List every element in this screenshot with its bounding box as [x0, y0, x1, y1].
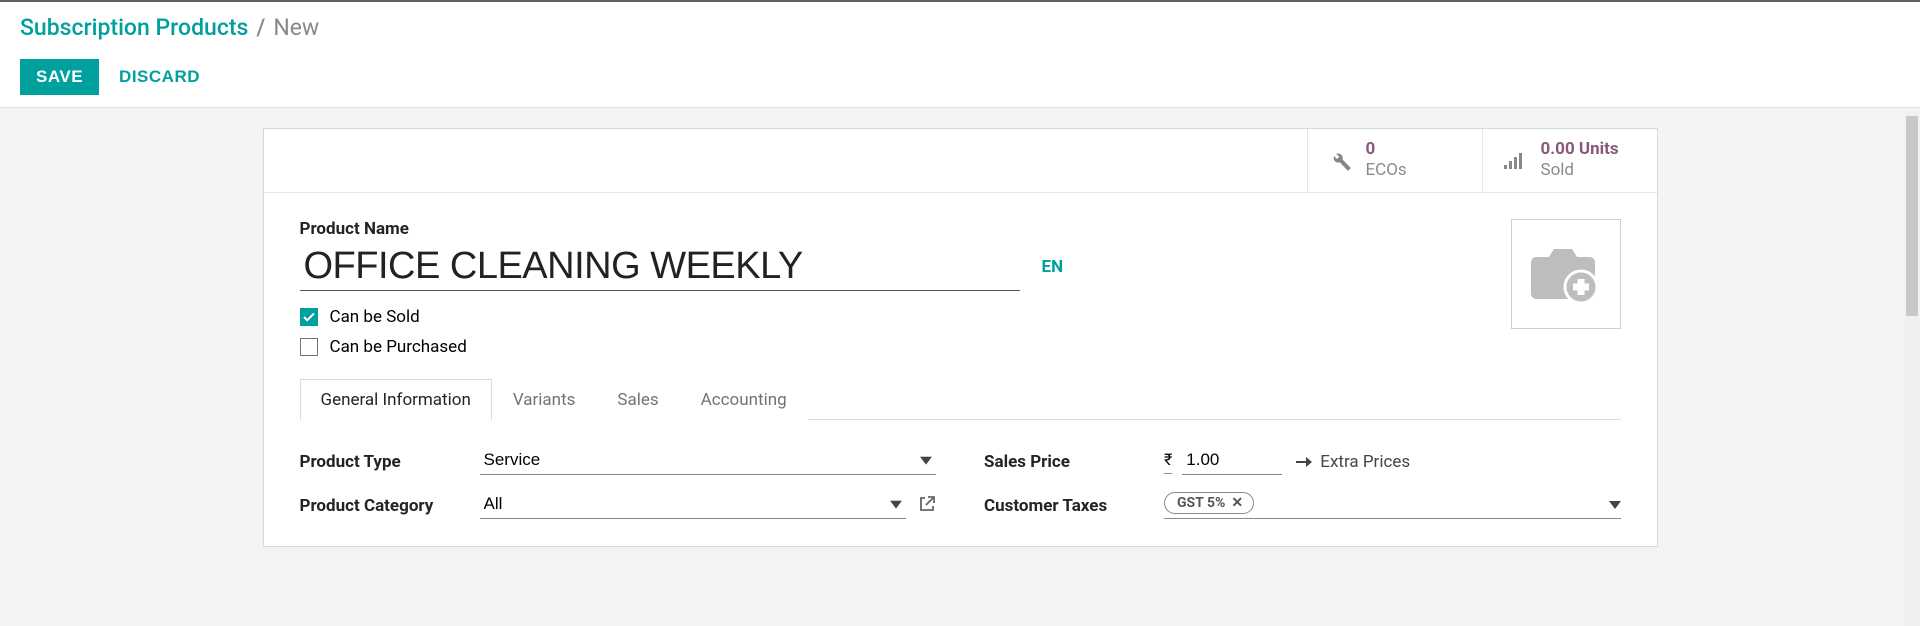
tabs: General Information Variants Sales Accou… [300, 379, 1621, 420]
breadcrumb: Subscription Products / New [20, 14, 1900, 41]
sales-price-label: Sales Price [984, 452, 1164, 472]
stat-buttons: 0 ECOs 0.00 Units Sold [264, 129, 1657, 193]
stat-ecos-value: 0 [1366, 139, 1407, 160]
bars-icon [1501, 146, 1529, 174]
vertical-scrollbar[interactable] [1904, 112, 1920, 626]
tab-variants[interactable]: Variants [492, 379, 597, 420]
language-toggle[interactable]: EN [1042, 257, 1064, 277]
control-panel: Subscription Products / New SAVE DISCARD [0, 0, 1920, 108]
can-be-purchased-checkbox[interactable]: Can be Purchased [300, 337, 1621, 357]
currency-symbol: ₹ [1164, 450, 1172, 474]
stat-ecos[interactable]: 0 ECOs [1307, 129, 1482, 192]
sales-price-input[interactable] [1182, 448, 1282, 475]
customer-taxes-field[interactable]: GST 5% ✕ [1164, 492, 1621, 519]
product-type-label: Product Type [300, 452, 480, 472]
product-category-select[interactable] [480, 492, 907, 519]
external-link-icon[interactable] [918, 495, 936, 517]
can-be-purchased-label: Can be Purchased [330, 337, 467, 357]
tab-sales[interactable]: Sales [596, 379, 679, 420]
can-be-sold-label: Can be Sold [330, 307, 420, 327]
check-icon [300, 308, 318, 326]
stat-sold[interactable]: 0.00 Units Sold [1482, 129, 1657, 192]
stat-sold-label: Sold [1541, 160, 1619, 181]
stat-sold-value: 0.00 Units [1541, 139, 1619, 160]
extra-prices-link[interactable]: Extra Prices [1296, 452, 1410, 472]
discard-button[interactable]: DISCARD [119, 67, 200, 87]
check-icon [300, 338, 318, 356]
tax-tag[interactable]: GST 5% ✕ [1164, 492, 1254, 514]
stat-ecos-label: ECOs [1366, 160, 1407, 181]
breadcrumb-parent[interactable]: Subscription Products [20, 14, 248, 41]
tab-accounting[interactable]: Accounting [680, 379, 808, 420]
save-button[interactable]: SAVE [20, 59, 99, 95]
product-name-input[interactable] [300, 245, 1020, 291]
caret-down-icon [1609, 494, 1621, 513]
remove-tag-icon[interactable]: ✕ [1231, 495, 1243, 511]
arrow-right-icon [1296, 455, 1312, 469]
tab-general-information[interactable]: General Information [300, 379, 492, 420]
breadcrumb-separator: / [256, 14, 265, 41]
product-image-placeholder[interactable] [1511, 219, 1621, 329]
wrench-icon [1326, 146, 1354, 174]
action-bar: SAVE DISCARD [20, 59, 1900, 95]
customer-taxes-label: Customer Taxes [984, 496, 1164, 516]
product-category-label: Product Category [300, 496, 480, 516]
product-name-label: Product Name [300, 219, 1621, 239]
form-sheet: 0 ECOs 0.00 Units Sold [263, 128, 1658, 547]
can-be-sold-checkbox[interactable]: Can be Sold [300, 307, 1621, 327]
product-type-select[interactable] [480, 448, 937, 475]
scrollbar-thumb[interactable] [1906, 116, 1918, 316]
breadcrumb-current: New [273, 14, 319, 41]
